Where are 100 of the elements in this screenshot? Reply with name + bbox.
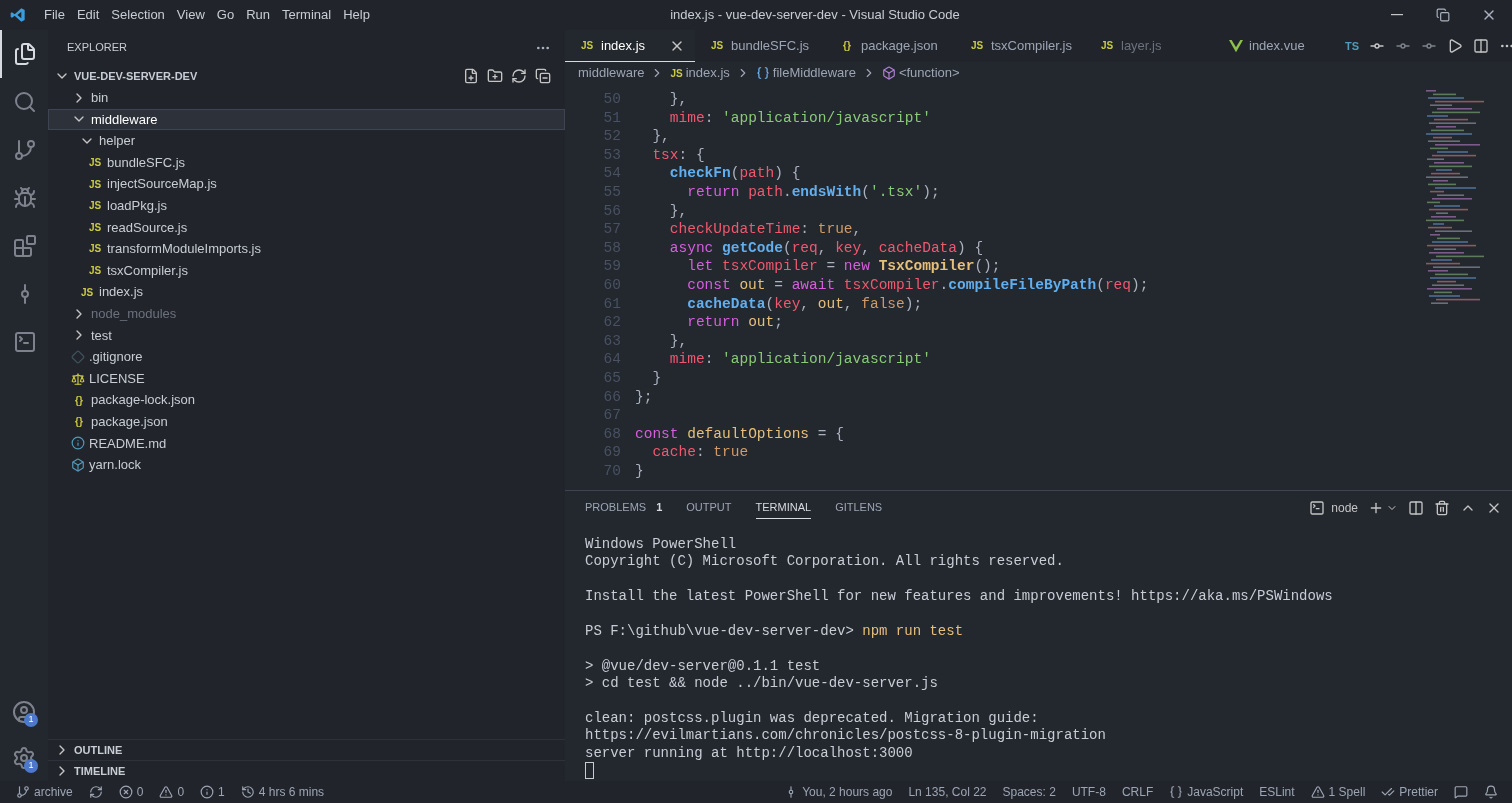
code-token: ); xyxy=(1131,275,1149,295)
code-token: ); xyxy=(922,182,940,202)
status-item[interactable]: 1 xyxy=(196,781,229,803)
status-item[interactable]: 0 xyxy=(155,781,189,803)
variable-icon xyxy=(755,66,770,80)
file-row[interactable]: JS injectSourceMap.js xyxy=(48,173,565,195)
package-icon xyxy=(71,457,85,472)
notification-badge: 1 xyxy=(24,713,38,727)
status-item[interactable]: You, 2 hours ago xyxy=(780,781,897,803)
typescript-action[interactable]: TS xyxy=(1345,37,1360,55)
code-token: }, xyxy=(668,331,688,351)
breadcrumb-item[interactable]: index.js xyxy=(685,63,730,83)
code-token: . xyxy=(939,275,949,295)
file-row[interactable]: yarn.lock xyxy=(48,454,565,476)
run-icon[interactable] xyxy=(1447,38,1464,54)
breadcrumb-item[interactable]: fileMiddleware xyxy=(772,63,856,83)
activity-bar-button[interactable]: 1 xyxy=(0,735,48,781)
editor-tab[interactable]: JS tsxCompiler.js xyxy=(955,30,1085,62)
panel-tab[interactable]: PROBLEMS 1 xyxy=(585,495,663,520)
menu-item[interactable]: Terminal xyxy=(276,5,338,25)
folder-row[interactable]: middleware xyxy=(48,108,565,131)
folder-row[interactable]: bin xyxy=(48,87,565,109)
menu-item[interactable]: View xyxy=(170,5,211,25)
file-row[interactable]: README.md xyxy=(48,432,565,455)
menu-item[interactable]: Edit xyxy=(70,5,106,25)
terminal-selector[interactable]: node xyxy=(1309,498,1358,517)
code-token: out xyxy=(817,294,844,314)
editor-tab[interactable]: {} package.json xyxy=(825,30,955,62)
breadcrumb-item[interactable]: middleware xyxy=(578,63,645,83)
menu-item[interactable]: Run xyxy=(240,5,276,25)
file-type-icon: JS xyxy=(579,38,595,53)
folder-row[interactable]: helper xyxy=(48,130,565,152)
file-row[interactable]: LICENSE xyxy=(48,367,565,390)
breadcrumb-item[interactable]: <function> xyxy=(898,63,960,83)
code-token: ); xyxy=(904,294,923,314)
panel-tab[interactable]: TERMINAL xyxy=(755,495,812,520)
status-item[interactable]: JavaScript xyxy=(1165,781,1248,803)
panel-tab[interactable]: OUTPUT xyxy=(686,495,732,520)
file-row[interactable]: JS tsxCompiler.js xyxy=(48,259,565,282)
terminal-line: PS F:\github\vue-dev-server-dev> xyxy=(585,623,854,641)
terminal-line: server running at http://localhost:3000 xyxy=(585,744,913,763)
file-type-icon: JS xyxy=(87,155,103,171)
code-token: }, xyxy=(668,201,688,221)
status-item[interactable]: archive xyxy=(12,781,77,803)
code-token: return xyxy=(686,182,741,202)
code-token: out xyxy=(739,275,766,295)
code-token: ) { xyxy=(774,164,801,183)
file-row[interactable]: JS readSource.js xyxy=(48,216,565,239)
file-name: node_modules xyxy=(91,305,177,323)
panel-tab[interactable]: GITLENS xyxy=(835,495,883,520)
file-row[interactable]: JS index.js xyxy=(48,281,565,303)
file-row[interactable]: JS loadPkg.js xyxy=(48,194,565,217)
file-row[interactable]: JS transformModuleImports.js xyxy=(48,238,565,260)
status-item[interactable]: 0 xyxy=(114,781,148,803)
warning-icon xyxy=(159,785,174,799)
file-name: LICENSE xyxy=(89,369,145,388)
code-token: : xyxy=(704,350,715,369)
code-token: compileFileByPath xyxy=(948,275,1097,295)
diamond-icon xyxy=(71,349,85,364)
editor-tab[interactable]: JS layer.js xyxy=(1085,30,1215,62)
activity-bar-button[interactable]: 1 xyxy=(0,689,48,735)
code-token: getCode xyxy=(722,238,783,258)
code-token: cacheData xyxy=(878,238,957,258)
new-folder-icon[interactable] xyxy=(487,68,503,84)
split-editor-icon[interactable] xyxy=(1473,38,1490,54)
file-name: helper xyxy=(99,132,136,151)
files-icon xyxy=(13,42,37,66)
cube-icon xyxy=(881,66,896,80)
file-type-icon: JS xyxy=(670,65,683,81)
code-token: checkUpdateTime xyxy=(668,220,801,239)
file-row[interactable]: .gitignore xyxy=(48,346,565,368)
menu-item[interactable]: Help xyxy=(337,5,376,25)
file-row[interactable]: {} package.json xyxy=(48,410,565,433)
code-token: , xyxy=(852,220,862,239)
refresh-icon[interactable] xyxy=(511,68,527,84)
code-token: = xyxy=(773,275,784,295)
code-token: }; xyxy=(635,387,653,407)
code-token: tsxCompiler xyxy=(843,275,940,295)
split-icon[interactable] xyxy=(1408,499,1424,516)
status-item[interactable]: 1 Spell xyxy=(1306,781,1370,803)
menu-item[interactable]: Go xyxy=(210,5,241,25)
folder-row[interactable]: test xyxy=(48,324,565,347)
menu-item[interactable]: File xyxy=(38,5,71,25)
file-name: index.js xyxy=(99,283,144,302)
status-item[interactable]: Prettier xyxy=(1377,781,1442,803)
trash-icon[interactable] xyxy=(1434,499,1450,516)
file-row[interactable]: JS bundleSFC.js xyxy=(48,151,565,174)
new-file-icon[interactable] xyxy=(463,68,479,84)
run-debug-icon xyxy=(13,186,37,210)
file-row[interactable]: {} package-lock.json xyxy=(48,389,565,411)
editor-tab[interactable]: JS bundleSFC.js xyxy=(695,30,825,62)
code-token: ( xyxy=(861,182,870,202)
code-token: const xyxy=(686,275,732,295)
editor-tab[interactable]: index.vue xyxy=(1215,30,1345,62)
collapse-all-icon[interactable] xyxy=(535,68,551,84)
menu-item[interactable]: Selection xyxy=(105,5,171,25)
status-item[interactable]: 4 hrs 6 mins xyxy=(236,781,329,803)
sync-icon xyxy=(88,785,103,799)
code-token: 'application/javascript' xyxy=(722,108,931,128)
workspace-title[interactable]: VUE-DEV-SERVER-DEV xyxy=(74,67,198,85)
